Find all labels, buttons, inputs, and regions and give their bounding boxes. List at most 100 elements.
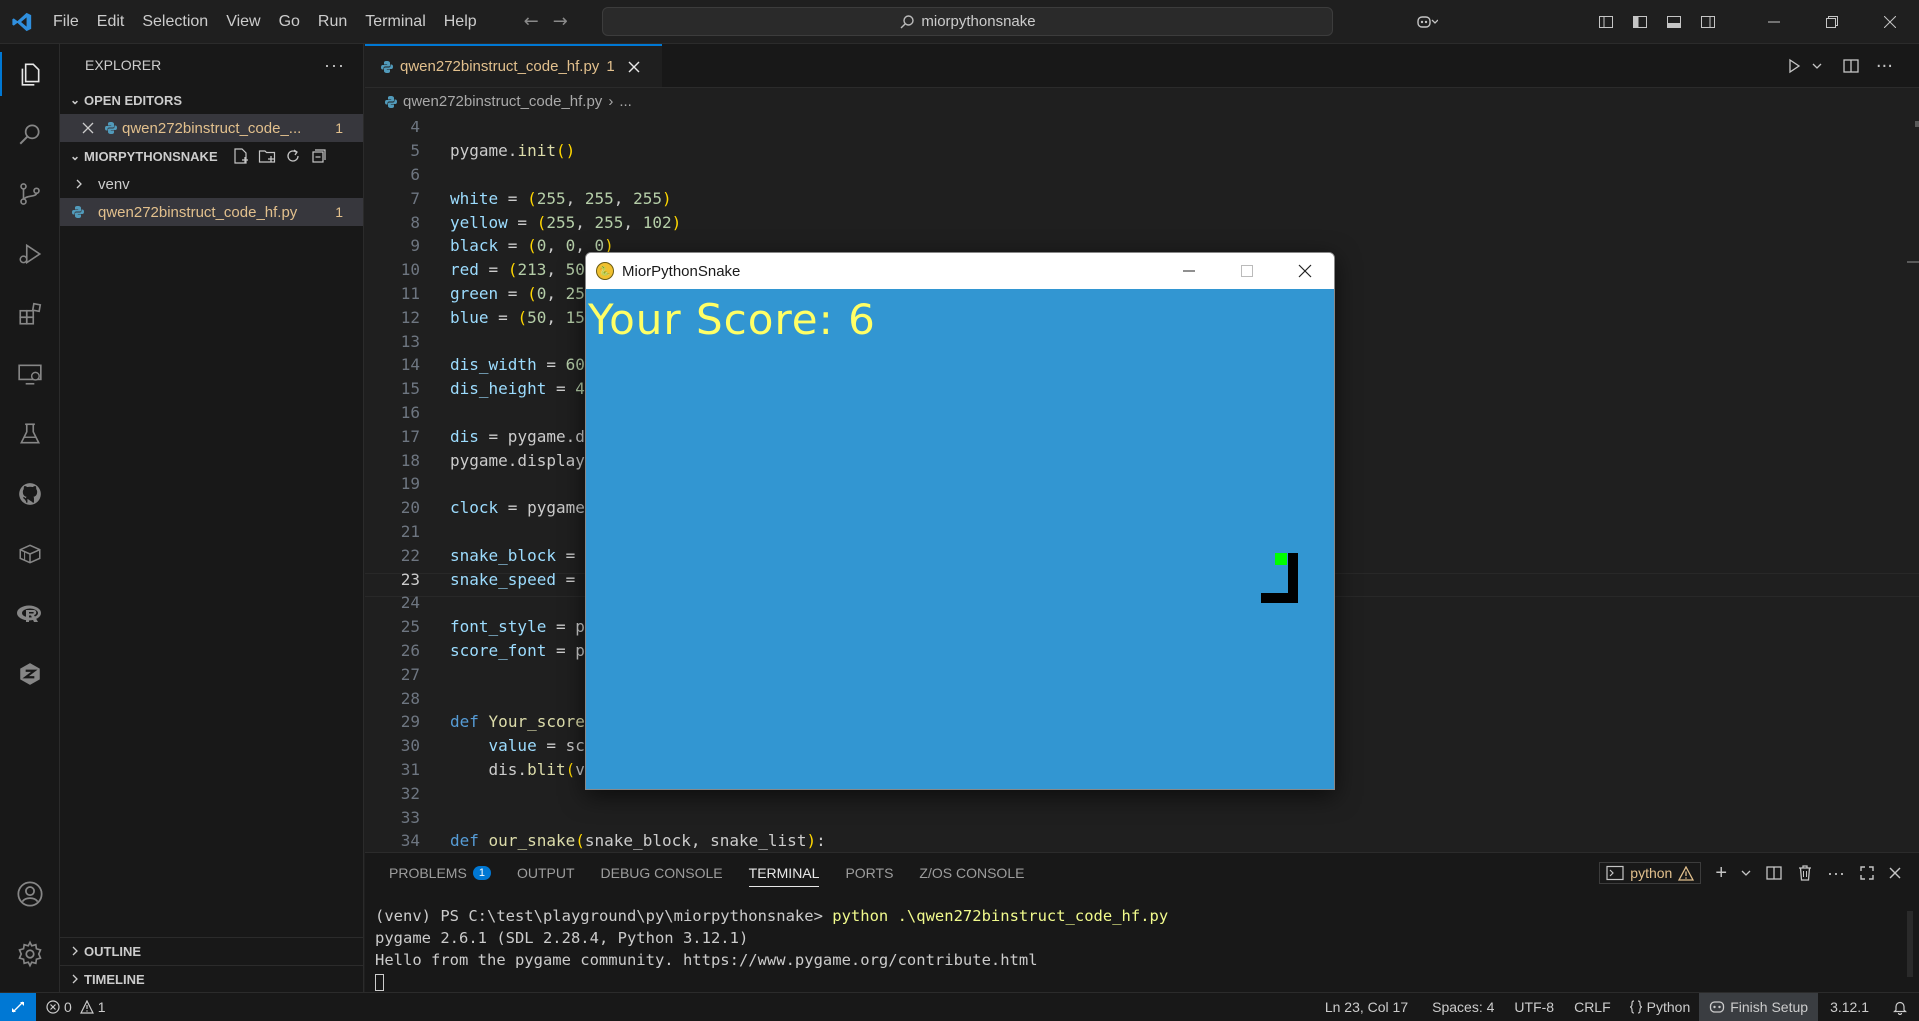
code-line[interactable]: 8 yellow = (255, 255, 102) xyxy=(365,210,1919,234)
copilot-icon[interactable] xyxy=(1405,0,1449,44)
folder-item-venv[interactable]: venv xyxy=(60,170,363,198)
source-control-icon[interactable] xyxy=(0,164,60,224)
cursor-position[interactable]: Ln 23, Col 17 xyxy=(1316,999,1417,1015)
tab-close-icon[interactable] xyxy=(628,61,640,73)
github-icon[interactable] xyxy=(0,464,60,524)
file-item[interactable]: qwen272binstruct_code_hf.py 1 xyxy=(60,198,363,226)
menu-help[interactable]: Help xyxy=(435,0,486,44)
pygame-title-bar[interactable]: 🐍 MiorPythonSnake xyxy=(586,253,1334,289)
python-version[interactable]: 3.12.1 xyxy=(1818,999,1881,1015)
settings-gear-icon[interactable] xyxy=(0,924,60,984)
menu-run[interactable]: Run xyxy=(309,0,356,44)
menu-terminal[interactable]: Terminal xyxy=(356,0,434,44)
project-section[interactable]: ⌄ MIORPYTHONSNAKE xyxy=(60,142,363,170)
code-line[interactable]: 7 white = (255, 255, 255) xyxy=(365,186,1919,210)
indentation[interactable]: Spaces: 4 xyxy=(1423,999,1503,1015)
restore-button[interactable] xyxy=(1803,0,1861,44)
menu-view[interactable]: View xyxy=(217,0,269,44)
testing-icon[interactable] xyxy=(0,404,60,464)
extensions-icon[interactable] xyxy=(0,284,60,344)
code-line[interactable]: 33 xyxy=(365,805,1919,829)
forward-arrow-icon[interactable]: → xyxy=(553,11,568,32)
outline-section[interactable]: OUTLINE xyxy=(60,937,141,965)
pygame-close-button[interactable] xyxy=(1276,253,1334,289)
pygame-minimize-button[interactable] xyxy=(1160,253,1218,289)
line-number: 17 xyxy=(400,426,420,446)
tab-ports[interactable]: PORTS xyxy=(845,853,893,893)
collapse-all-icon[interactable] xyxy=(310,147,328,165)
new-folder-icon[interactable] xyxy=(258,147,276,165)
run-and-debug-icon[interactable] xyxy=(0,224,60,284)
line-endings[interactable]: CRLF xyxy=(1565,999,1620,1015)
tab-zos-console[interactable]: Z/OS CONSOLE xyxy=(919,853,1024,893)
menu-file[interactable]: File xyxy=(44,0,88,44)
tab-debug-console[interactable]: DEBUG CONSOLE xyxy=(601,853,723,893)
line-number: 34 xyxy=(400,831,420,851)
remote-explorer-icon[interactable] xyxy=(0,344,60,404)
new-terminal-icon[interactable]: + xyxy=(1715,862,1727,885)
remote-indicator-icon[interactable] xyxy=(0,992,36,1021)
terminal-scrollbar[interactable] xyxy=(1907,911,1913,977)
command-center-search[interactable]: miorpythonsnake xyxy=(602,7,1333,36)
containers-icon[interactable] xyxy=(0,524,60,584)
line-number: 16 xyxy=(400,402,420,422)
back-arrow-icon[interactable]: ← xyxy=(524,11,539,32)
toggle-panel-icon[interactable] xyxy=(1657,0,1691,44)
tab-problems[interactable]: PROBLEMS 1 xyxy=(389,853,491,893)
r-language-icon[interactable] xyxy=(0,584,60,644)
code-line[interactable]: 6 xyxy=(365,163,1919,187)
tab-active-file[interactable]: qwen272binstruct_code_hf.py 1 xyxy=(365,44,662,87)
toggle-primary-sidebar-icon[interactable] xyxy=(1623,0,1657,44)
code-line[interactable]: 5 pygame.init() xyxy=(365,139,1919,163)
code-line[interactable]: 34 def our_snake(snake_block, snake_list)… xyxy=(365,829,1919,852)
notifications-bell-icon[interactable] xyxy=(1881,1000,1919,1015)
open-editor-item[interactable]: qwen272binstruct_code_... 1 xyxy=(60,114,363,142)
search-view-icon[interactable] xyxy=(0,104,60,164)
maximize-panel-icon[interactable] xyxy=(1859,865,1875,881)
accounts-icon[interactable] xyxy=(0,864,60,924)
code-text: dis.blit(v xyxy=(450,759,585,779)
code-line[interactable]: 4 xyxy=(365,121,1919,139)
tab-output[interactable]: OUTPUT xyxy=(517,853,575,893)
explorer-icon[interactable] xyxy=(0,44,60,104)
tab-terminal[interactable]: TERMINAL xyxy=(748,853,819,893)
open-editors-section[interactable]: ⌄ OPEN EDITORS xyxy=(60,86,363,114)
breadcrumb-more[interactable]: ... xyxy=(619,93,632,110)
customize-layout-icon[interactable] xyxy=(1589,0,1623,44)
breadcrumb-file[interactable]: qwen272binstruct_code_hf.py xyxy=(403,93,602,110)
more-actions-icon[interactable]: ··· xyxy=(1876,56,1893,77)
zowe-explorer-icon[interactable] xyxy=(0,644,60,704)
problems-status[interactable]: 0 1 xyxy=(36,999,115,1015)
split-terminal-icon[interactable] xyxy=(1765,864,1783,882)
minimize-button[interactable] xyxy=(1745,0,1803,44)
line-number: 33 xyxy=(400,807,420,827)
refresh-icon[interactable] xyxy=(284,147,302,165)
finish-setup-button[interactable]: Finish Setup xyxy=(1699,992,1819,1021)
pygame-maximize-button[interactable] xyxy=(1218,253,1276,289)
trash-icon[interactable] xyxy=(1797,864,1813,882)
problems-count-badge: 1 xyxy=(335,120,343,136)
terminal-selector[interactable]: python xyxy=(1599,862,1702,884)
run-python-file-icon[interactable] xyxy=(1786,58,1802,74)
more-actions-icon[interactable]: ··· xyxy=(1827,863,1845,884)
line-number: 26 xyxy=(400,640,420,660)
new-file-icon[interactable] xyxy=(232,147,250,165)
terminal-output[interactable]: (venv) PS C:\test\playground\py\miorpyth… xyxy=(375,905,1168,993)
menu-selection[interactable]: Selection xyxy=(133,0,217,44)
split-editor-icon[interactable] xyxy=(1842,57,1860,75)
chevron-down-icon[interactable] xyxy=(1741,868,1751,878)
pygame-window[interactable]: 🐍 MiorPythonSnake Your Score: 6 xyxy=(585,252,1335,790)
language-mode[interactable]: Python xyxy=(1620,999,1700,1015)
more-actions-icon[interactable]: ··· xyxy=(324,55,345,76)
chevron-down-icon[interactable] xyxy=(1812,61,1822,71)
timeline-section[interactable]: TIMELINE xyxy=(60,965,145,993)
toggle-secondary-sidebar-icon[interactable] xyxy=(1691,0,1725,44)
close-window-button[interactable] xyxy=(1861,0,1919,44)
menu-go[interactable]: Go xyxy=(270,0,309,44)
menu-edit[interactable]: Edit xyxy=(88,0,134,44)
braces-icon xyxy=(1629,1000,1642,1014)
encoding[interactable]: UTF-8 xyxy=(1505,999,1563,1015)
close-icon[interactable] xyxy=(60,122,100,134)
close-panel-icon[interactable] xyxy=(1889,867,1901,879)
game-canvas[interactable]: Your Score: 6 xyxy=(586,289,1334,789)
